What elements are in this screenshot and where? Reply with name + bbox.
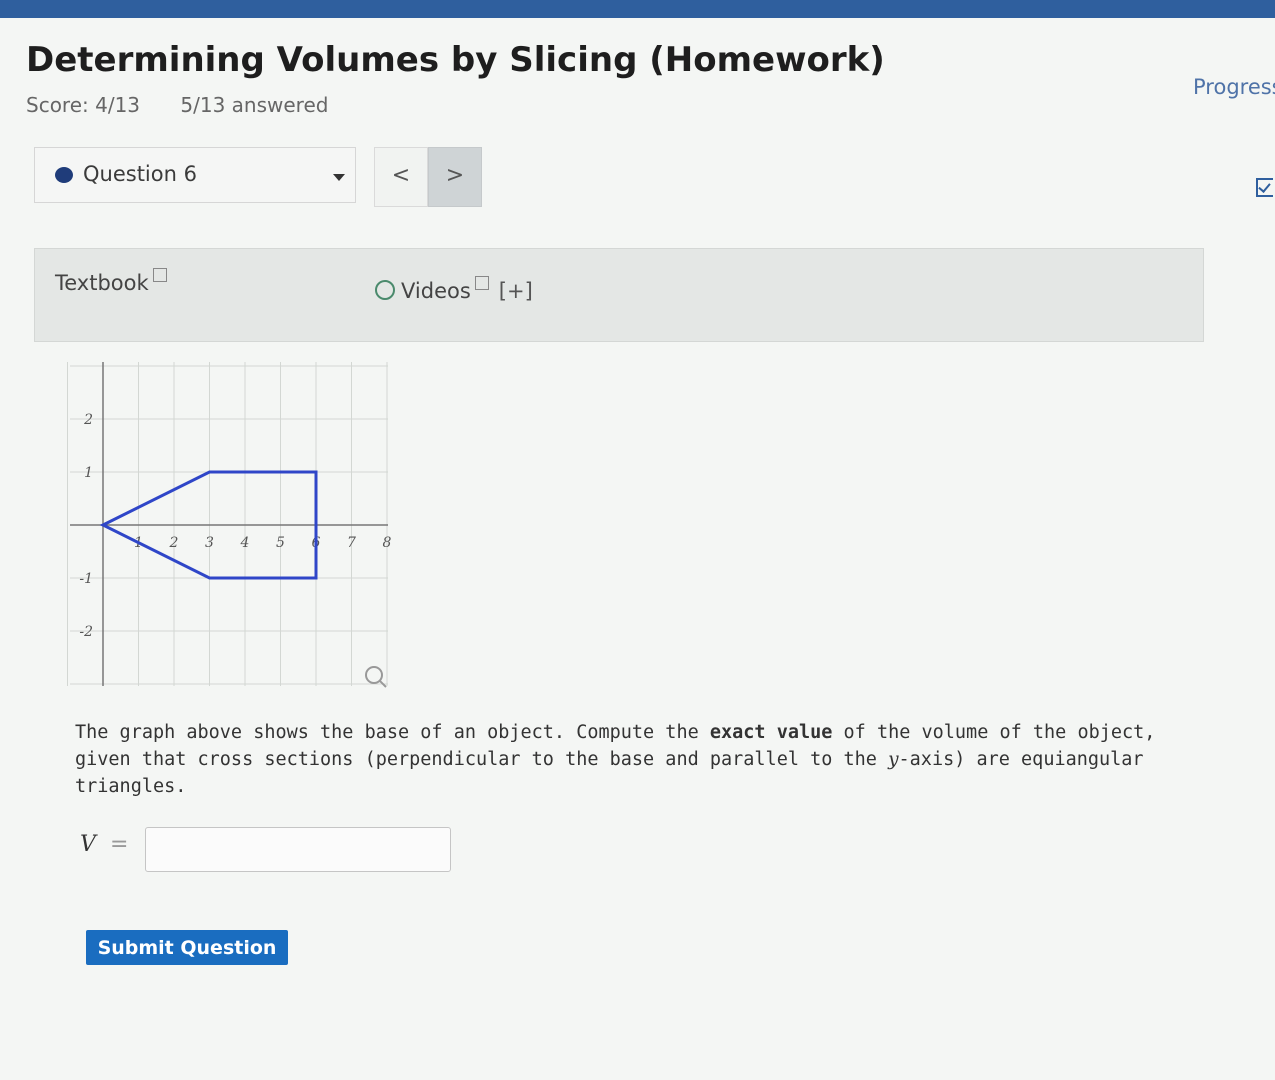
question-select[interactable]: Question 6: [34, 147, 356, 203]
videos-label: Videos: [401, 279, 471, 303]
next-question-button[interactable]: >: [428, 147, 482, 207]
question-text-part1: The graph above shows the base of an obj…: [75, 722, 710, 743]
score-text: Score: 4/13: [26, 93, 141, 117]
x-tick-label: 7: [347, 535, 356, 551]
external-link-icon: [474, 276, 489, 290]
grid-lines: [67, 362, 388, 686]
question-select-label: Question 6: [83, 162, 197, 186]
tick-labels: 1 2 3 4 5 6 7 821-1-2: [79, 412, 391, 640]
question-resources-bar: Textbook Videos [+]: [34, 248, 1204, 342]
y-tick-label: -1: [79, 571, 93, 587]
x-tick-label: 4: [240, 535, 250, 551]
volume-answer-input[interactable]: [145, 827, 451, 872]
textbook-label: Textbook: [55, 271, 149, 295]
question-variable: y: [888, 749, 899, 770]
video-icon: [375, 280, 395, 300]
y-tick-label: -2: [79, 624, 93, 640]
textbook-link[interactable]: Textbook: [55, 268, 167, 295]
checklist-icon[interactable]: [1256, 178, 1273, 197]
videos-link[interactable]: Videos [+]: [375, 276, 533, 303]
previous-question-button[interactable]: <: [374, 147, 428, 207]
submit-question-button[interactable]: Submit Question: [86, 930, 288, 965]
question-status-dot-icon: [55, 167, 73, 183]
progress-link[interactable]: Progress: [1193, 75, 1275, 99]
x-tick-label: 3: [205, 535, 214, 551]
score-line: Score: 4/13 5/13 answered: [26, 93, 328, 117]
base-region-graph: 1 2 3 4 5 6 7 821-1-2: [67, 362, 392, 688]
question-text: The graph above shows the base of an obj…: [75, 719, 1185, 800]
x-tick-label: 2: [169, 535, 179, 551]
answer-equals-sign: =: [110, 832, 129, 857]
axes: [70, 362, 388, 686]
x-tick-label: 5: [276, 535, 285, 551]
y-tick-label: 1: [84, 465, 93, 481]
dropdown-caret-icon: [333, 174, 345, 181]
answer-variable-label: V: [80, 832, 96, 857]
expand-resources-toggle[interactable]: [+]: [499, 279, 533, 303]
y-tick-label: 2: [83, 412, 93, 428]
top-bar: [0, 0, 1275, 18]
x-tick-label: 8: [383, 535, 392, 551]
question-text-emphasis: exact value: [709, 722, 833, 743]
external-link-icon: [152, 268, 167, 282]
answered-count: 5/13 answered: [180, 93, 329, 117]
page-title: Determining Volumes by Slicing (Homework…: [26, 40, 885, 80]
